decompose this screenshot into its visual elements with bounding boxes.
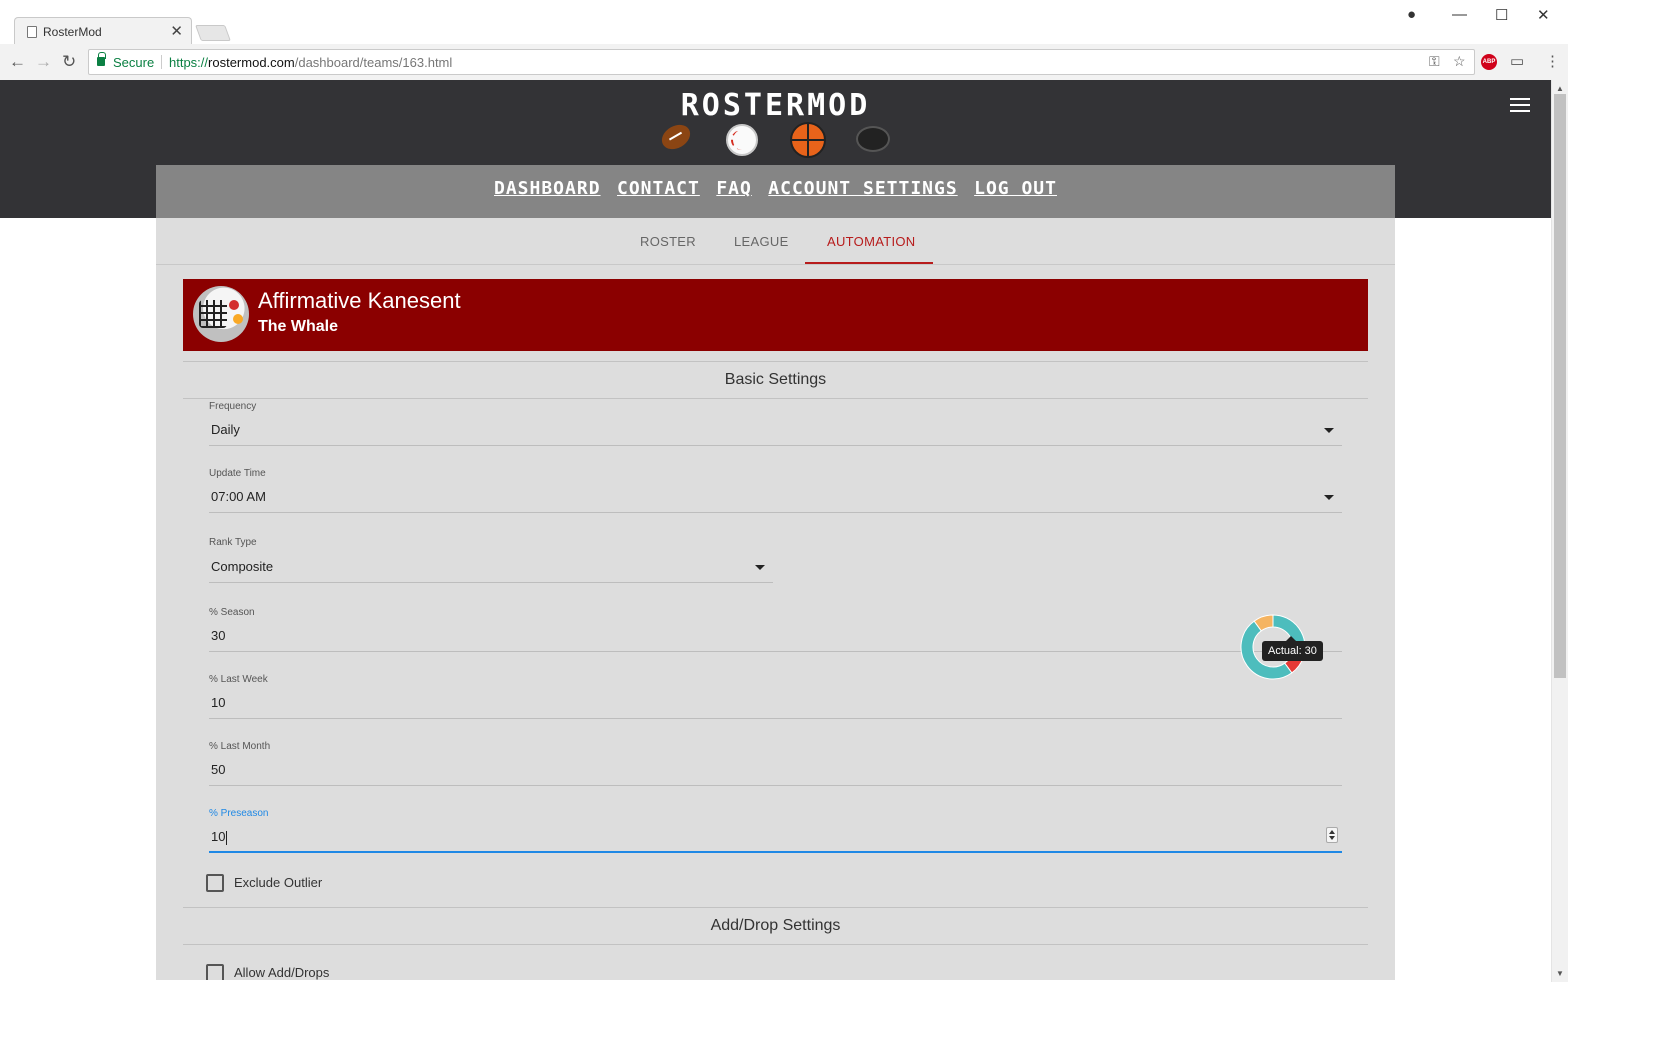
nav-dashboard[interactable]: DASHBOARD xyxy=(494,178,601,199)
page-viewport: ROSTERMOD DASHBOARD CONTACT FAQ ACCOUNT … xyxy=(0,80,1551,980)
hamburger-menu-icon[interactable] xyxy=(1510,98,1530,112)
chevron-down-icon xyxy=(755,565,765,570)
update-time-select[interactable]: 07:00 AM xyxy=(209,483,1342,513)
team-subtitle: The Whale xyxy=(258,318,339,335)
site-logo[interactable]: ROSTERMOD xyxy=(0,88,1551,123)
exclude-outlier-checkbox[interactable] xyxy=(206,874,224,892)
tab-roster[interactable]: ROSTER xyxy=(640,234,696,249)
minimize-icon[interactable]: — xyxy=(1452,6,1467,23)
main-nav: DASHBOARD CONTACT FAQ ACCOUNT SETTINGS L… xyxy=(156,165,1395,218)
goalie-helmet-icon xyxy=(193,286,249,342)
rank-type-label: Rank Type xyxy=(209,537,257,548)
frequency-label: Frequency xyxy=(209,401,257,412)
update-time-label: Update Time xyxy=(209,468,266,479)
page-icon xyxy=(27,26,37,38)
team-name: Affirmative Kanesent xyxy=(258,288,461,313)
browser-chrome: RosterMod ✕ ● — ☐ ✕ ← → ↻ Secure https:/… xyxy=(0,0,1568,80)
url-host: rostermod.com xyxy=(208,55,295,70)
active-tab-indicator xyxy=(805,262,933,264)
cast-icon[interactable]: ▭ xyxy=(1510,52,1524,70)
nav-account-settings[interactable]: ACCOUNT SETTINGS xyxy=(768,178,957,199)
pct-preseason-label: % Preseason xyxy=(209,808,269,819)
pct-season-value: 30 xyxy=(211,628,226,643)
star-icon[interactable]: ☆ xyxy=(1453,53,1466,70)
rank-type-select[interactable]: Composite xyxy=(209,553,773,583)
browser-tab[interactable]: RosterMod ✕ xyxy=(14,17,192,45)
key-icon[interactable]: ⚿ xyxy=(1429,53,1440,70)
basketball-icon[interactable] xyxy=(790,122,826,158)
team-tabs: ROSTER LEAGUE AUTOMATION xyxy=(156,218,1395,265)
frequency-select[interactable]: Daily xyxy=(209,416,1342,446)
pct-last-month-value: 50 xyxy=(211,762,226,777)
donut-tooltip: Actual: 30 xyxy=(1262,636,1323,661)
update-time-value: 07:00 AM xyxy=(211,489,266,504)
hockey-puck-icon[interactable] xyxy=(856,126,890,152)
forward-arrow-icon[interactable]: → xyxy=(35,52,52,72)
pct-season-input[interactable]: 30 xyxy=(209,622,1342,652)
team-panel: ROSTER LEAGUE AUTOMATION Affirmative Kan… xyxy=(156,218,1395,980)
browser-toolbar: ← → ↻ Secure https://rostermod.com/dashb… xyxy=(0,44,1568,80)
back-arrow-icon[interactable]: ← xyxy=(9,52,26,72)
frequency-value: Daily xyxy=(211,422,240,437)
url-scheme: https:// xyxy=(169,55,209,70)
baseball-icon[interactable] xyxy=(726,124,758,156)
secure-label: Secure xyxy=(113,55,155,70)
pct-last-week-label: % Last Week xyxy=(209,674,268,685)
pct-preseason-input[interactable]: 10 xyxy=(209,823,1342,853)
url-path: /dashboard/teams/163.html xyxy=(294,55,453,70)
nav-contact[interactable]: CONTACT xyxy=(617,178,700,199)
pct-last-month-input[interactable]: 50 xyxy=(209,756,1342,786)
number-spinner[interactable] xyxy=(1326,827,1338,843)
exclude-outlier-label: Exclude Outlier xyxy=(234,875,323,890)
tab-automation[interactable]: AUTOMATION xyxy=(827,234,915,249)
pct-preseason-text: 10 xyxy=(211,829,226,844)
pct-last-month-label: % Last Month xyxy=(209,741,271,752)
add-drop-settings-heading: Add/Drop Settings xyxy=(183,907,1368,945)
basic-settings-heading: Basic Settings xyxy=(183,361,1368,399)
close-tab-icon[interactable]: ✕ xyxy=(170,22,183,40)
allow-add-drops-label: Allow Add/Drops xyxy=(234,965,330,980)
team-banner: Affirmative Kanesent The Whale xyxy=(183,279,1368,351)
maximize-icon[interactable]: ☐ xyxy=(1495,6,1508,24)
pct-last-week-input[interactable]: 10 xyxy=(209,689,1342,719)
tab-league[interactable]: LEAGUE xyxy=(734,234,789,249)
tab-title: RosterMod xyxy=(43,25,102,39)
pct-season-label: % Season xyxy=(209,607,255,618)
url-text[interactable]: https://rostermod.com/dashboard/teams/16… xyxy=(169,55,452,70)
reload-icon[interactable]: ↻ xyxy=(62,52,76,72)
menu-kebab-icon[interactable]: ⋮ xyxy=(1545,52,1560,70)
scroll-down-icon[interactable]: ▼ xyxy=(1556,969,1564,978)
address-separator xyxy=(161,55,162,69)
rank-type-value: Composite xyxy=(211,559,274,574)
address-bar[interactable]: Secure https://rostermod.com/dashboard/t… xyxy=(88,49,1475,75)
lock-icon xyxy=(97,52,106,66)
nav-log-out[interactable]: LOG OUT xyxy=(974,178,1057,199)
scroll-thumb[interactable] xyxy=(1554,94,1566,678)
tab-strip: RosterMod ✕ ● — ☐ ✕ xyxy=(0,0,1568,45)
chevron-down-icon xyxy=(1324,495,1334,500)
pct-preseason-value: 10 xyxy=(211,829,228,845)
allow-add-drops-checkbox[interactable] xyxy=(206,964,224,980)
football-icon[interactable] xyxy=(657,119,695,155)
new-tab-button[interactable] xyxy=(195,25,231,41)
text-cursor xyxy=(226,830,228,845)
pct-last-week-value: 10 xyxy=(211,695,226,710)
scroll-up-icon[interactable]: ▲ xyxy=(1556,84,1564,93)
adblock-icon[interactable]: ABP xyxy=(1481,54,1497,70)
profile-icon[interactable]: ● xyxy=(1407,6,1416,23)
chevron-down-icon xyxy=(1324,428,1334,433)
nav-faq[interactable]: FAQ xyxy=(716,178,752,199)
close-window-icon[interactable]: ✕ xyxy=(1537,6,1550,24)
page-scrollbar[interactable]: ▲ ▼ xyxy=(1551,80,1568,982)
